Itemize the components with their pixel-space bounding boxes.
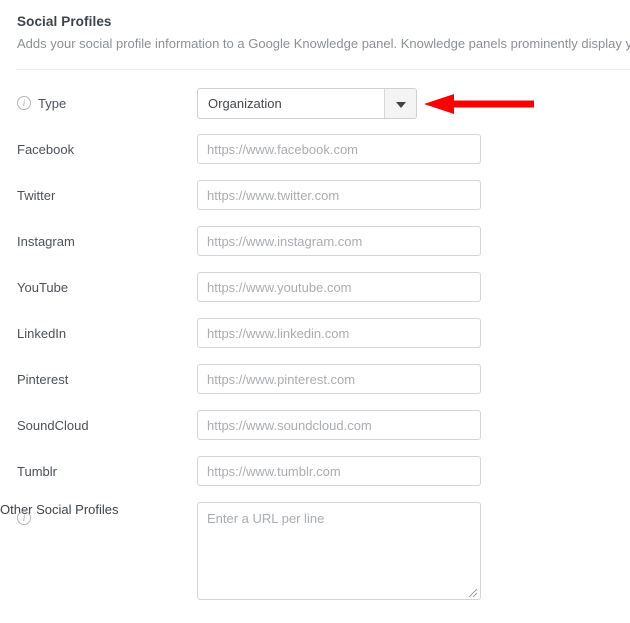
info-icon[interactable]: i <box>17 511 31 525</box>
field-label-type: Type <box>38 96 67 111</box>
other-social-profiles-textarea[interactable] <box>197 502 481 600</box>
instagram-input[interactable] <box>197 226 481 256</box>
soundcloud-input[interactable] <box>197 410 481 440</box>
type-dropdown-button[interactable] <box>384 89 416 118</box>
field-label-soundcloud: SoundCloud <box>17 418 89 433</box>
field-row-tumblr: Tumblr <box>0 456 630 502</box>
field-label-facebook: Facebook <box>17 142 75 157</box>
field-row-twitter: Twitter <box>0 180 630 226</box>
type-dropdown[interactable]: Organization <box>197 88 417 119</box>
info-icon[interactable]: i <box>17 96 31 110</box>
type-dropdown-value: Organization <box>208 96 282 111</box>
tumblr-input[interactable] <box>197 456 481 486</box>
field-row-other-social-profiles: i Other Social Profiles <box>0 502 630 622</box>
twitter-input[interactable] <box>197 180 481 210</box>
facebook-input[interactable] <box>197 134 481 164</box>
field-row-youtube: YouTube <box>0 272 630 318</box>
field-label-linkedin: LinkedIn <box>17 326 67 341</box>
chevron-down-icon <box>395 101 406 108</box>
page-title: Social Profiles <box>17 14 112 29</box>
field-row-facebook: Facebook <box>0 134 630 180</box>
section-divider <box>16 69 630 70</box>
social-profiles-form: i Type Organization Facebook Twitter Ins… <box>0 88 630 622</box>
field-row-pinterest: Pinterest <box>0 364 630 410</box>
youtube-input[interactable] <box>197 272 481 302</box>
field-row-type: i Type Organization <box>0 88 630 134</box>
social-profiles-panel: Social Profiles Adds your social profile… <box>0 0 630 623</box>
field-row-instagram: Instagram <box>0 226 630 272</box>
field-row-soundcloud: SoundCloud <box>0 410 630 456</box>
field-label-twitter: Twitter <box>17 188 56 203</box>
field-label-instagram: Instagram <box>17 234 75 249</box>
field-label-tumblr: Tumblr <box>17 464 57 479</box>
field-label-pinterest: Pinterest <box>17 372 69 387</box>
field-label-youtube: YouTube <box>17 280 69 295</box>
panel-description: Adds your social profile information to … <box>17 36 630 51</box>
linkedin-input[interactable] <box>197 318 481 348</box>
field-row-linkedin: LinkedIn <box>0 318 630 364</box>
pinterest-input[interactable] <box>197 364 481 394</box>
